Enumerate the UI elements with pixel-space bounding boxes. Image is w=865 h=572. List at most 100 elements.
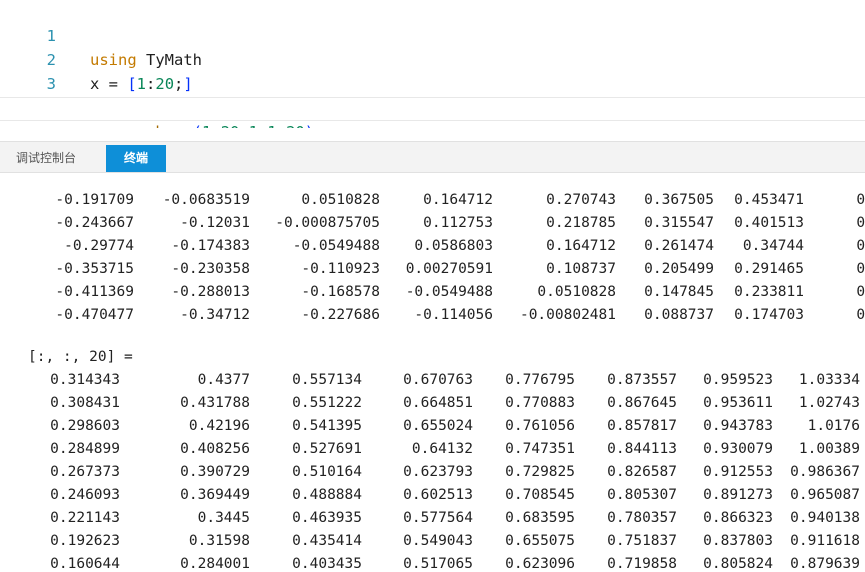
matrix-cell: 0.517065 (403, 556, 473, 572)
code-line[interactable]: 4 z = reshape(1:20,1,1,20) (0, 72, 865, 128)
matrix-cell: 0.527691 (292, 441, 362, 457)
matrix-cell: 1.03334 (798, 372, 860, 388)
matrix-cell: -0.227686 (301, 307, 380, 323)
matrix-cell: 0.160644 (50, 556, 120, 572)
matrix-cell: -0.288013 (171, 284, 250, 300)
matrix-cell: 0.708545 (505, 487, 575, 503)
matrix-cell: 0.965087 (790, 487, 860, 503)
code-line[interactable]: 2 x = [1:20;] (0, 24, 865, 93)
matrix-cell: 0.365 (856, 261, 865, 277)
matrix-cell: 0.0586803 (414, 238, 493, 254)
matrix-cell: 0.267373 (50, 464, 120, 480)
matrix-cell: 0.31598 (188, 533, 250, 549)
matrix-cell: 0.577564 (403, 510, 473, 526)
matrix-cell: 0.873557 (607, 372, 677, 388)
matrix-cell: 0.408256 (180, 441, 250, 457)
matrix-cell: 0.670763 (403, 372, 473, 388)
matrix-cell: 0.174703 (734, 307, 804, 323)
matrix-cell: 0.953611 (703, 395, 773, 411)
matrix-cell: -0.243667 (55, 215, 134, 231)
matrix-cell: 0.943783 (703, 418, 773, 434)
matrix-cell: 0.719858 (607, 556, 677, 572)
matrix-cell: -0.168578 (301, 284, 380, 300)
matrix-cell: 0.463935 (292, 510, 362, 526)
matrix-row: -0.29774 -0.174383 -0.0549488 0.0586803 0.16… (0, 235, 865, 258)
matrix-cell: 0.602513 (403, 487, 473, 503)
matrix-cell: 0.623096 (505, 556, 575, 572)
matrix-cell: -0.00802481 (519, 307, 616, 323)
matrix-cell: 0.826587 (607, 464, 677, 480)
matrix-cell: 0.164712 (546, 238, 616, 254)
matrix-cell: 0.655024 (403, 418, 473, 434)
matrix-cell: 0.218785 (546, 215, 616, 231)
panel-tab-bar: 调试控制台 终端 (0, 141, 865, 173)
matrix-cell: -0.0683519 (162, 192, 250, 208)
matrix-cell: -0.470477 (55, 307, 134, 323)
matrix-row: -0.191709 -0.0683519 0.0510828 0.164712 0.27… (0, 189, 865, 212)
matrix-row: -0.353715 -0.230358 -0.110923 0.00270591 0.1… (0, 258, 865, 281)
matrix-cell: 0.805307 (607, 487, 677, 503)
matrix-cell: 0.557134 (292, 372, 362, 388)
matrix-cell: 0.780357 (607, 510, 677, 526)
matrix-cell: 0.369449 (180, 487, 250, 503)
code-line[interactable]: 1 using TyMath (0, 0, 865, 69)
matrix-cell: 0.959523 (703, 372, 773, 388)
matrix-cell: 0.805824 (703, 556, 773, 572)
matrix-cell: 0.284001 (180, 556, 250, 572)
matrix-cell: -0.114056 (414, 307, 493, 323)
matrix-cell: -0.34712 (180, 307, 250, 323)
matrix-cell: 0.541395 (292, 418, 362, 434)
matrix-cell: 0.879639 (790, 556, 860, 572)
matrix-cell: -0.353715 (55, 261, 134, 277)
code-editor[interactable]: 1 using TyMath 2 x = [1:20;] 3 y = [1:20… (0, 0, 865, 128)
matrix-cell: -0.000875705 (275, 215, 380, 231)
matrix-cell: 0.390729 (180, 464, 250, 480)
matrix-cell: 0.776795 (505, 372, 575, 388)
matrix-cell: 0.205499 (644, 261, 714, 277)
matrix-row: 0.192623 0.31598 0.435414 0.549043 0.655075 0… (0, 530, 865, 553)
code-line-active[interactable]: 5 X = cos.(2*pi*0.01*x) .+ sin.(2*pi*0.0… (0, 97, 865, 128)
code-line[interactable]: 3 y = [1:20;]' (0, 48, 865, 117)
matrix-cell: 0.246093 (50, 487, 120, 503)
matrix-row: -0.243667 -0.12031 -0.000875705 0.112753 0.2… (0, 212, 865, 235)
matrix-cell: -0.191709 (55, 192, 134, 208)
matrix-cell: 0.912553 (703, 464, 773, 480)
matrix-cell: 0.623793 (403, 464, 473, 480)
matrix-cell: 0.527 (856, 192, 865, 208)
matrix-row: 0.267373 0.390729 0.510164 0.623793 0.729825… (0, 461, 865, 484)
matrix-row: 0.298603 0.42196 0.541395 0.655024 0.761056 0… (0, 415, 865, 438)
matrix-cell: 1.00389 (798, 441, 860, 457)
matrix-cell: 0.307 (856, 284, 865, 300)
matrix-cell: -0.230358 (171, 261, 250, 277)
line-number: 5 (0, 122, 56, 128)
matrix-row: -0.470477 -0.34712 -0.227686 -0.114056 -0.00… (0, 304, 865, 327)
matrix-cell: -0.411369 (55, 284, 134, 300)
matrix-cell: 0.403435 (292, 556, 362, 572)
matrix-cell: 0.221143 (50, 510, 120, 526)
matrix-cell: 0.857817 (607, 418, 677, 434)
matrix-row: 0.221143 0.3445 0.463935 0.577564 0.683595 0.… (0, 507, 865, 530)
matrix-cell: 0.488884 (292, 487, 362, 503)
matrix-cell: 0.683595 (505, 510, 575, 526)
matrix-cell: -0.110923 (301, 261, 380, 277)
code-text[interactable]: z = reshape(1:20,1,1,20) (90, 120, 314, 128)
matrix-cell: 0.0510828 (537, 284, 616, 300)
matrix-cell: 0.844113 (607, 441, 677, 457)
matrix-cell: 0.261474 (644, 238, 714, 254)
matrix-row: -0.411369 -0.288013 -0.168578 -0.0549488 0.0… (0, 281, 865, 304)
matrix-cell: 0.401513 (734, 215, 804, 231)
matrix-cell: 0.940138 (790, 510, 860, 526)
matrix-cell: 0.34744 (742, 238, 804, 254)
matrix-cell: 0.147845 (644, 284, 714, 300)
matrix-cell: 0.549043 (403, 533, 473, 549)
tab-terminal[interactable]: 终端 (106, 145, 166, 172)
matrix-cell: 0.3445 (197, 510, 250, 526)
matrix-cell: 0.837803 (703, 533, 773, 549)
matrix-cell: 0.164712 (423, 192, 493, 208)
matrix-row: 0.160644 0.284001 0.403435 0.517065 0.623096… (0, 553, 865, 572)
matrix-cell: 0.761056 (505, 418, 575, 434)
matrix-cell: 0.867645 (607, 395, 677, 411)
terminal-output[interactable]: -0.191709 -0.0683519 0.0510828 0.164712 0.27… (0, 173, 865, 572)
tab-debug-console[interactable]: 调试控制台 (6, 145, 102, 172)
matrix-cell: 0.475 (856, 215, 865, 231)
